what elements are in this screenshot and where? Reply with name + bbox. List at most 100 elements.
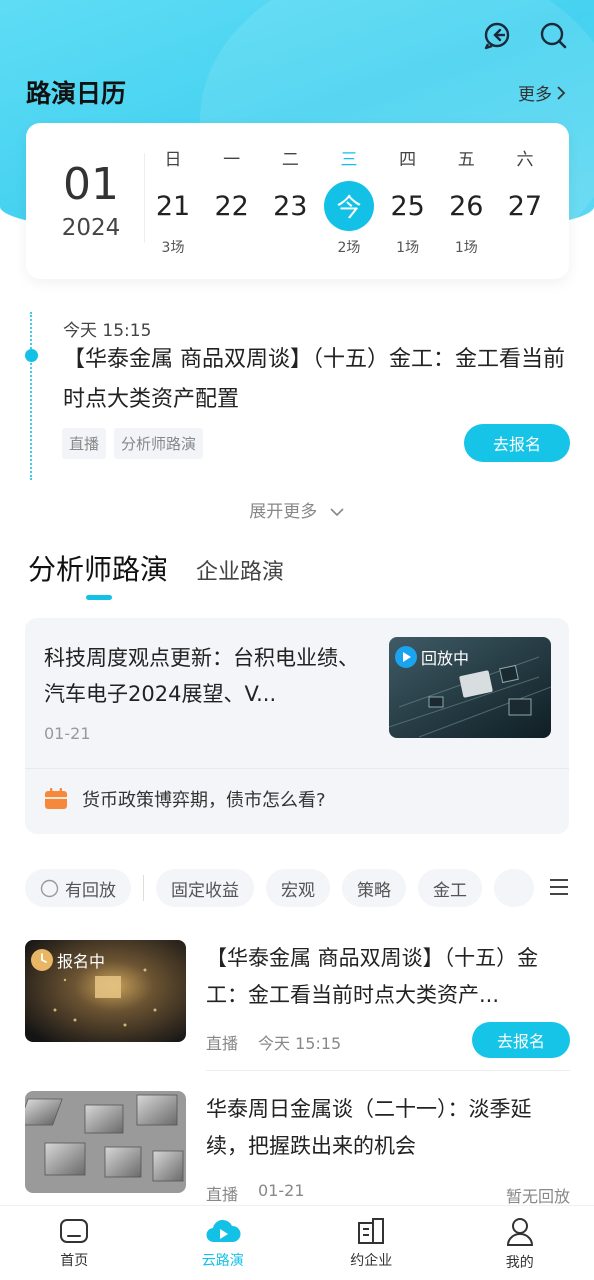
date-number: 21 xyxy=(155,190,191,222)
expand-more[interactable]: 展开更多 xyxy=(0,497,594,522)
weekday-label: 五 xyxy=(457,150,475,170)
filter-replay[interactable]: 有回放 xyxy=(25,869,131,907)
nav-home[interactable]: 首页 xyxy=(0,1206,148,1280)
timeline-dot xyxy=(25,349,38,362)
item-time: 今天 15:15 xyxy=(258,1034,342,1053)
list-item[interactable]: 华泰周日金属谈（二十一）：淡季延续，把握跌出来的机会 直播 01-21 暂无回放 xyxy=(25,1091,570,1206)
month-number: 01 xyxy=(63,159,119,210)
radio-icon xyxy=(40,879,59,897)
clock-icon xyxy=(31,949,53,971)
day-cell[interactable]: 四 25 1场 xyxy=(381,145,435,256)
register-button[interactable]: 去报名 xyxy=(464,424,570,462)
registering-badge-label: 报名中 xyxy=(57,952,106,971)
user-icon xyxy=(506,1218,533,1246)
divider xyxy=(25,768,569,769)
filter-separator xyxy=(143,875,144,901)
chevron-down-icon xyxy=(330,508,344,517)
item-meta: 直播 今天 15:15 xyxy=(206,1030,341,1054)
more-link[interactable]: 更多 xyxy=(518,80,566,105)
home-icon xyxy=(60,1219,89,1243)
featured-card[interactable]: 科技周度观点更新：台积电业绩、汽车电子2024展望、V... 01-21 回放中… xyxy=(25,618,569,834)
featured-date: 01-21 xyxy=(44,724,91,743)
weekday-label: 四 xyxy=(399,150,417,170)
day-cell[interactable]: 日 21 3场 xyxy=(146,145,200,256)
event-count: 1场 xyxy=(454,240,478,256)
play-icon xyxy=(395,646,417,668)
weekday-label: 二 xyxy=(281,150,299,170)
tab-analyst-roadshow[interactable]: 分析师路演 xyxy=(28,548,168,588)
registering-badge: 报名中 xyxy=(31,948,105,972)
tab-company-roadshow[interactable]: 企业路演 xyxy=(196,554,284,586)
replay-status: 暂无回放 xyxy=(505,1187,570,1206)
register-button[interactable]: 去报名 xyxy=(472,1022,570,1058)
day-cell-today[interactable]: 三今 2场 xyxy=(322,145,376,256)
expand-label: 展开更多 xyxy=(249,502,318,522)
event-count: 1场 xyxy=(396,240,420,256)
filter-chip[interactable]: 宏观 xyxy=(266,869,330,907)
day-cell[interactable]: 六 27 xyxy=(498,145,552,255)
calendar-card: 01 2024 日 21 3场 一 22 二 23 三今 2场 四 25 1场 五 26 1场 六… xyxy=(26,123,569,279)
calendar-title: 路演日历 xyxy=(26,79,127,108)
tag-live: 直播 xyxy=(62,428,107,459)
date-number: 25 xyxy=(390,190,425,222)
timeline-line xyxy=(30,312,32,480)
year-number: 2024 xyxy=(61,215,121,241)
day-cell[interactable]: 一 22 xyxy=(205,145,259,255)
tab-indicator xyxy=(86,595,112,600)
day-cell[interactable]: 二 23 xyxy=(263,145,317,255)
item-time: 01-21 xyxy=(258,1181,305,1200)
date-number: 22 xyxy=(214,190,249,222)
history-icon[interactable] xyxy=(480,18,514,52)
date-number: 27 xyxy=(507,190,543,222)
weekday-label: 三 xyxy=(340,150,358,170)
featured-thumbnail: 回放中 xyxy=(389,637,551,738)
today-circle: 今 xyxy=(323,181,374,231)
chevron-right-icon xyxy=(557,85,566,100)
nav-roadshow[interactable]: 云路演 xyxy=(149,1206,297,1280)
nav-company-label: 约企业 xyxy=(350,1253,393,1269)
filter-chip[interactable]: 固定收益 xyxy=(156,869,254,907)
filter-chip-partial[interactable] xyxy=(494,869,534,907)
nav-home-label: 首页 xyxy=(60,1253,89,1269)
filter-chip[interactable]: 金工 xyxy=(418,869,482,907)
date-number: 23 xyxy=(273,190,308,222)
item-title: 【华泰金属 商品双周谈】（十五）金工：金工看当前时点大类资产... xyxy=(206,946,539,1007)
item-type: 直播 xyxy=(206,1185,239,1204)
filter-replay-label: 有回放 xyxy=(65,880,116,901)
nav-company[interactable]: 约企业 xyxy=(297,1206,445,1280)
item-thumbnail xyxy=(25,1091,186,1193)
featured-sub-item[interactable]: 货币政策博弈期，债市怎么看? xyxy=(44,786,326,812)
nav-mine-label: 我的 xyxy=(505,1255,534,1271)
divider xyxy=(206,1070,570,1071)
weekday-label: 一 xyxy=(223,150,241,170)
building-icon xyxy=(358,1218,385,1244)
tag-analyst: 分析师路演 xyxy=(114,428,204,459)
top-actions xyxy=(480,18,570,52)
cloud-play-icon xyxy=(206,1219,241,1243)
weekday-label: 六 xyxy=(516,150,534,170)
filter-bar: 有回放 固定收益 宏观 策略 金工 xyxy=(25,868,570,908)
day-cell[interactable]: 五 26 1场 xyxy=(439,145,493,256)
item-title: 华泰周日金属谈（二十一）：淡季延续，把握跌出来的机会 xyxy=(206,1097,532,1158)
nav-roadshow-label: 云路演 xyxy=(201,1253,244,1269)
event-title[interactable]: 【华泰金属 商品双周谈】（十五）金工：金工看当前时点大类资产配置 xyxy=(63,340,571,420)
event-count: 2场 xyxy=(337,240,361,256)
item-type: 直播 xyxy=(206,1034,239,1053)
filter-chip[interactable]: 策略 xyxy=(342,869,406,907)
week-strip: 日 21 3场 一 22 二 23 三今 2场 四 25 1场 五 26 1场 六 27 xyxy=(134,145,564,256)
event-tags: 直播 分析师路演 xyxy=(62,428,204,459)
nav-mine[interactable]: 我的 xyxy=(446,1206,594,1280)
menu-icon[interactable] xyxy=(548,876,570,898)
more-label: 更多 xyxy=(518,85,552,105)
bottom-nav: 首页 云路演 约企业 我的 xyxy=(0,1205,594,1280)
search-icon[interactable] xyxy=(536,18,570,52)
date-number: 26 xyxy=(449,190,484,222)
roadshow-tabs: 分析师路演 企业路演 xyxy=(28,548,284,588)
replay-badge-label: 回放中 xyxy=(421,649,470,668)
list-item[interactable]: 报名中 【华泰金属 商品双周谈】（十五）金工：金工看当前时点大类资产... 直播… xyxy=(25,940,570,1060)
event-count: 3场 xyxy=(161,240,185,256)
calendar-month: 01 2024 xyxy=(46,159,136,242)
weekday-label: 日 xyxy=(164,150,182,170)
item-meta: 直播 01-21 xyxy=(206,1181,305,1205)
featured-title: 科技周度观点更新：台积电业绩、汽车电子2024展望、V... xyxy=(44,646,359,706)
